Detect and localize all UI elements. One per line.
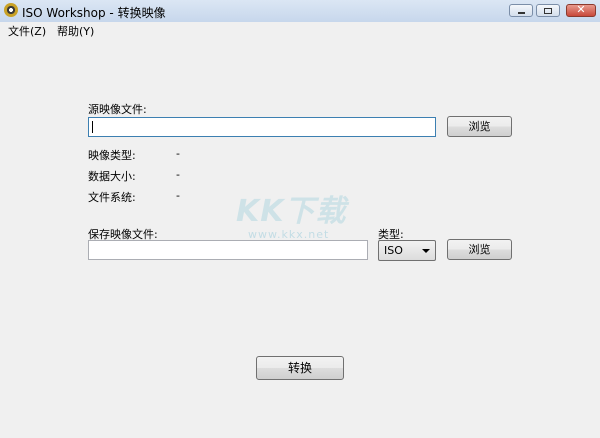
filesystem-value: - xyxy=(176,189,180,202)
filesystem-label: 文件系统: xyxy=(88,191,136,204)
source-image-label: 源映像文件: xyxy=(88,103,147,116)
minimize-button[interactable] xyxy=(509,4,533,17)
title-bar[interactable]: ISO Workshop - 转换映像 ✕ xyxy=(0,0,600,23)
type-select-value: ISO xyxy=(384,244,403,257)
maximize-button[interactable] xyxy=(536,4,560,17)
menu-bar: 文件(Z) 帮助(Y) xyxy=(0,22,600,38)
app-disc-icon xyxy=(4,3,18,17)
app-window: ISO Workshop - 转换映像 ✕ 文件(Z) 帮助(Y) 源映像文件:… xyxy=(0,0,600,438)
source-browse-button[interactable]: 浏览 xyxy=(447,116,512,137)
dropdown-arrow-icon xyxy=(422,249,430,253)
save-browse-button[interactable]: 浏览 xyxy=(447,239,512,260)
window-title: ISO Workshop - 转换映像 xyxy=(22,6,166,20)
type-select[interactable]: ISO xyxy=(378,240,436,261)
text-caret xyxy=(92,121,93,133)
data-size-value: - xyxy=(176,168,180,181)
close-icon: ✕ xyxy=(576,3,586,16)
source-image-input[interactable] xyxy=(88,117,436,137)
save-image-input[interactable] xyxy=(88,240,368,260)
convert-button[interactable]: 转换 xyxy=(256,356,344,380)
image-type-value: - xyxy=(176,147,180,160)
watermark-main: KK下载 xyxy=(236,194,347,229)
data-size-label: 数据大小: xyxy=(88,170,136,183)
minimize-icon xyxy=(518,12,525,14)
menu-file[interactable]: 文件(Z) xyxy=(8,23,46,39)
maximize-icon xyxy=(544,8,552,14)
close-button[interactable]: ✕ xyxy=(566,3,596,17)
image-type-label: 映像类型: xyxy=(88,149,136,162)
menu-help[interactable]: 帮助(Y) xyxy=(57,23,94,39)
